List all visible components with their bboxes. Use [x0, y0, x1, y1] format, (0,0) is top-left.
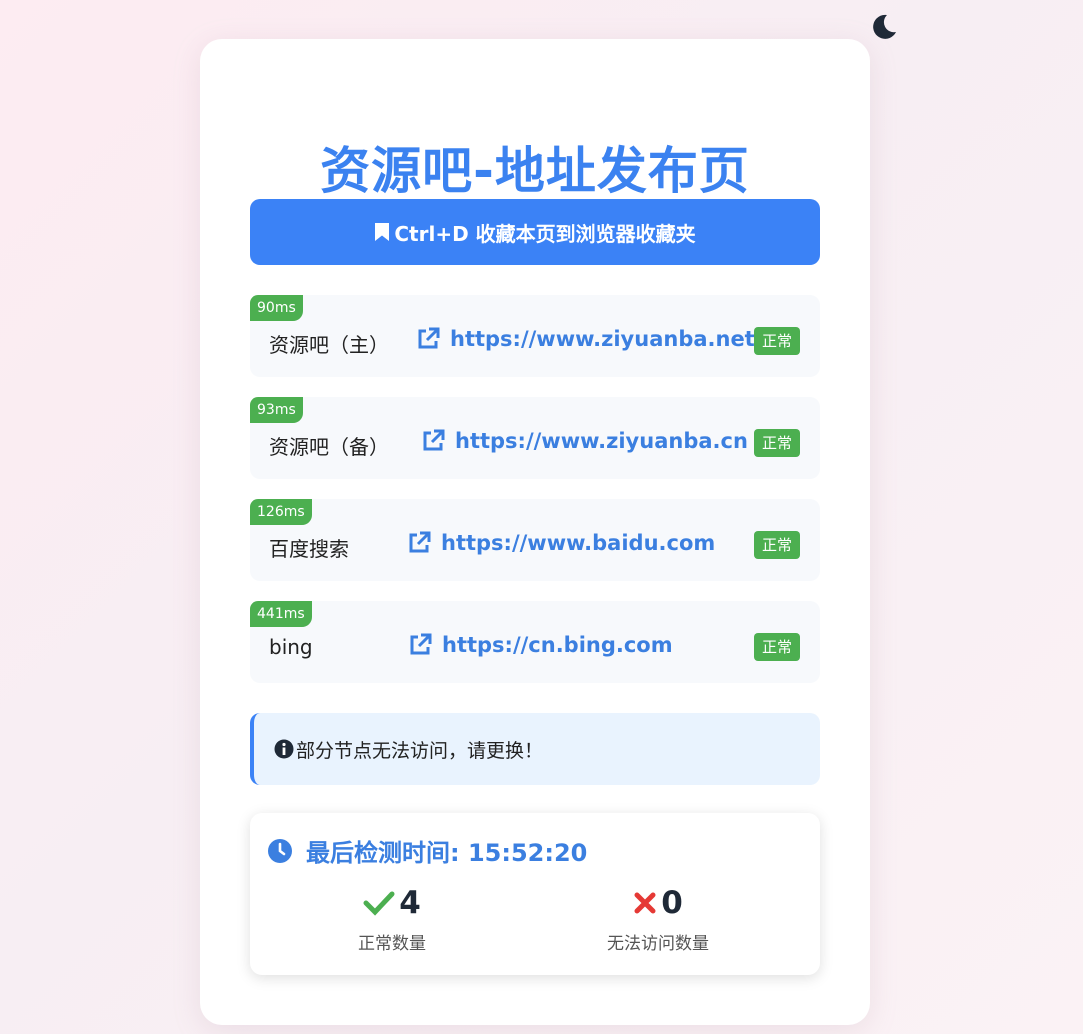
site-url: https://cn.bing.com: [442, 633, 673, 657]
latency-badge: 441ms: [250, 601, 312, 627]
ok-count: 4: [399, 885, 421, 921]
check-icon: [363, 891, 395, 916]
notice-text: 部分节点无法访问，请更换！: [296, 739, 544, 762]
clock-icon: [268, 838, 292, 863]
site-url: https://www.ziyuanba.cn: [455, 429, 748, 453]
last-check-text: 最后检测时间: 15:52:20: [306, 839, 588, 867]
latency-badge: 90ms: [250, 295, 303, 321]
site-name: 百度搜索: [269, 537, 349, 561]
site-name: 资源吧（主）: [269, 333, 389, 357]
theme-toggle-button[interactable]: [866, 10, 900, 44]
external-link-icon: [423, 429, 445, 451]
bookmark-icon: [375, 223, 390, 241]
external-link-icon: [409, 531, 431, 553]
page-title: 资源吧-地址发布页: [320, 142, 750, 200]
ok-label: 正常数量: [358, 934, 426, 954]
external-link-icon: [418, 327, 440, 349]
site-link[interactable]: https://www.ziyuanba.cn: [421, 429, 748, 453]
external-link-icon: [410, 633, 432, 655]
bookmark-label: Ctrl+D 收藏本页到浏览器收藏夹: [394, 221, 696, 246]
status-badge: 正常: [753, 633, 800, 661]
fail-count: 0: [661, 885, 683, 921]
main-card: 资源吧-地址发布页 Ctrl+D 收藏本页到浏览器收藏夹 90ms 资源吧（主）…: [200, 39, 870, 1025]
site-url: https://www.ziyuanba.net: [450, 327, 755, 351]
link-row: 441ms bing https://cn.bing.com 正常: [250, 601, 820, 683]
moon-icon: [873, 14, 896, 39]
info-icon: [274, 739, 294, 759]
link-row: 90ms 资源吧（主） https://www.ziyuanba.net 正常: [250, 295, 820, 377]
site-name: bing: [269, 635, 313, 659]
latency-badge: 93ms: [250, 397, 303, 423]
status-badge: 正常: [753, 429, 800, 457]
site-link[interactable]: https://cn.bing.com: [408, 633, 673, 657]
last-check: 最后检测时间: 15:52:20: [268, 833, 587, 868]
fail-label: 无法访问数量: [607, 934, 709, 954]
site-name: 资源吧（备）: [269, 435, 389, 459]
bookmark-button[interactable]: Ctrl+D 收藏本页到浏览器收藏夹: [250, 199, 820, 265]
link-row: 93ms 资源吧（备） https://www.ziyuanba.cn 正常: [250, 397, 820, 479]
ok-stat: 4 正常数量: [292, 885, 492, 954]
site-link[interactable]: https://www.baidu.com: [407, 531, 715, 555]
link-row: 126ms 百度搜索 https://www.baidu.com 正常: [250, 499, 820, 581]
notice-box: 部分节点无法访问，请更换！: [250, 713, 820, 785]
cross-icon: [634, 892, 656, 914]
site-url: https://www.baidu.com: [441, 531, 716, 555]
site-link[interactable]: https://www.ziyuanba.net: [416, 327, 755, 351]
stats-panel: 最后检测时间: 15:52:20 4 正常数量 0 无法访问数量: [250, 813, 820, 975]
latency-badge: 126ms: [250, 499, 312, 525]
status-badge: 正常: [753, 531, 800, 559]
fail-stat: 0 无法访问数量: [558, 885, 758, 954]
status-badge: 正常: [753, 327, 800, 355]
